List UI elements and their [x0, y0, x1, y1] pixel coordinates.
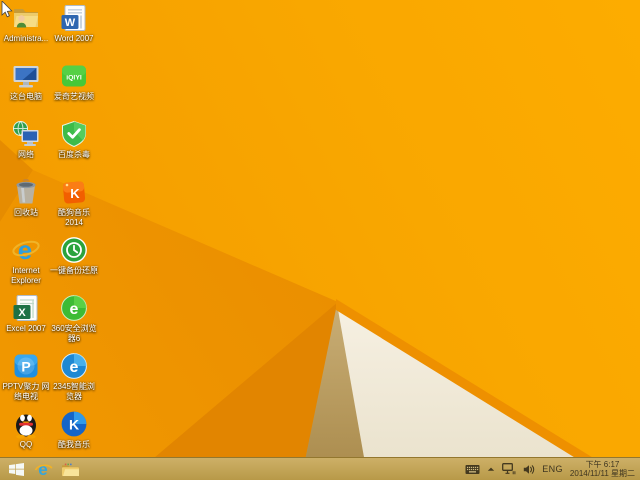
windows-logo-icon: [9, 462, 24, 476]
desktop-icon-label: 网络: [18, 150, 34, 159]
start-button[interactable]: [3, 458, 30, 480]
word-2007-icon: W: [59, 3, 89, 33]
volume-icon[interactable]: [523, 464, 535, 475]
desktop-icon-iqiyi-video[interactable]: iQIYI 爱奇艺视频: [50, 60, 98, 118]
desktop-icon-label: 酷我音乐: [58, 440, 90, 449]
desktop-icon-360-safe-browser-6[interactable]: e 360安全浏览器6: [50, 292, 98, 350]
svg-text:X: X: [18, 307, 26, 319]
desktop-icon-label: PPTV聚力 网络电视: [2, 382, 50, 401]
desktop-icon-network[interactable]: 网络: [2, 118, 50, 176]
excel-2007-icon: X: [11, 293, 41, 323]
desktop-icon-label: 2345智能浏览器: [53, 382, 95, 401]
system-tray: ENG 下午 6:17 2014/11/11 星期二: [465, 460, 640, 478]
desktop-icon-label: QQ: [19, 440, 33, 449]
svg-text:e: e: [70, 301, 79, 318]
desktop-icon-grid: Administra... W Word 2007 这台电脑 iQIYI 爱奇艺…: [2, 2, 98, 466]
desktop-icon-2345-smart-browser[interactable]: e 2345智能浏览器: [50, 350, 98, 408]
internet-explorer-icon: e: [34, 461, 53, 478]
desktop-icon-excel-2007[interactable]: X Excel 2007: [2, 292, 50, 350]
network-icon: [11, 119, 41, 149]
iqiyi-video-icon: iQIYI: [59, 61, 89, 91]
pptv-icon: P: [11, 351, 41, 381]
kugou-music-2014-icon: K: [59, 177, 89, 207]
svg-text:W: W: [65, 17, 76, 29]
svg-text:iQIYI: iQIYI: [66, 75, 82, 82]
taskbar: e ENG 下午 6:17 2014/11/11 星期二: [0, 457, 640, 480]
2345-smart-browser-icon: e: [59, 351, 89, 381]
desktop-icon-label: Administra...: [3, 34, 49, 43]
desktop-icon-label: Excel 2007: [6, 324, 46, 333]
desktop-icon-label: 回收站: [14, 208, 38, 217]
administrator-folder-icon: [11, 3, 41, 33]
desktop-icon-internet-explorer[interactable]: e Internet Explorer: [2, 234, 50, 292]
svg-text:e: e: [18, 235, 32, 265]
show-hidden-icons-button[interactable]: [487, 466, 495, 472]
internet-explorer-icon: e: [11, 235, 41, 265]
desktop-icon-label: 酷狗音乐 2014: [58, 208, 90, 227]
clock-date: 2014/11/11 星期二: [569, 469, 635, 478]
baidu-antivirus-icon: [59, 119, 89, 149]
svg-text:e: e: [38, 461, 47, 478]
desktop-icon-onekey-backup-restore[interactable]: 一键备份还原: [50, 234, 98, 292]
desktop: Administra... W Word 2007 这台电脑 iQIYI 爱奇艺…: [0, 0, 640, 480]
desktop-icon-label: 百度杀毒: [58, 150, 90, 159]
desktop-icon-word-2007[interactable]: W Word 2007: [50, 2, 98, 60]
svg-text:K: K: [69, 417, 79, 433]
desktop-icon-baidu-antivirus[interactable]: 百度杀毒: [50, 118, 98, 176]
desktop-icon-label: 爱奇艺视频: [54, 92, 94, 101]
touch-keyboard-icon[interactable]: [465, 464, 480, 475]
desktop-icon-label: Internet Explorer: [11, 266, 41, 285]
desktop-icon-kugou-music-2014[interactable]: K 酷狗音乐 2014: [50, 176, 98, 234]
desktop-icon-recycle-bin[interactable]: 回收站: [2, 176, 50, 234]
svg-text:K: K: [70, 186, 80, 201]
desktop-icon-this-pc[interactable]: 这台电脑: [2, 60, 50, 118]
desktop-icon-label: 360安全浏览器6: [51, 324, 97, 343]
clock-time: 下午 6:17: [585, 460, 620, 469]
qq-icon: [11, 409, 41, 439]
taskbar-internet-explorer-button[interactable]: e: [30, 458, 57, 480]
taskbar-clock[interactable]: 下午 6:17 2014/11/11 星期二: [570, 460, 635, 478]
desktop-icon-label: Word 2007: [54, 34, 94, 43]
desktop-icon-pptv[interactable]: P PPTV聚力 网络电视: [2, 350, 50, 408]
svg-text:e: e: [70, 359, 79, 376]
onekey-backup-restore-icon: [59, 235, 89, 265]
file-explorer-icon: [62, 463, 79, 476]
network-status-icon[interactable]: [502, 463, 516, 475]
recycle-bin-icon: [11, 177, 41, 207]
kuwo-music-icon: K: [59, 409, 89, 439]
svg-text:P: P: [21, 359, 30, 375]
desktop-icon-label: 这台电脑: [10, 92, 42, 101]
desktop-icon-administrator-folder[interactable]: Administra...: [2, 2, 50, 60]
this-pc-icon: [11, 61, 41, 91]
360-safe-browser-6-icon: e: [59, 293, 89, 323]
language-indicator[interactable]: ENG: [542, 464, 563, 474]
desktop-icon-label: 一键备份还原: [50, 266, 98, 275]
taskbar-file-explorer-button[interactable]: [57, 458, 84, 480]
chevron-up-icon: [488, 467, 495, 471]
